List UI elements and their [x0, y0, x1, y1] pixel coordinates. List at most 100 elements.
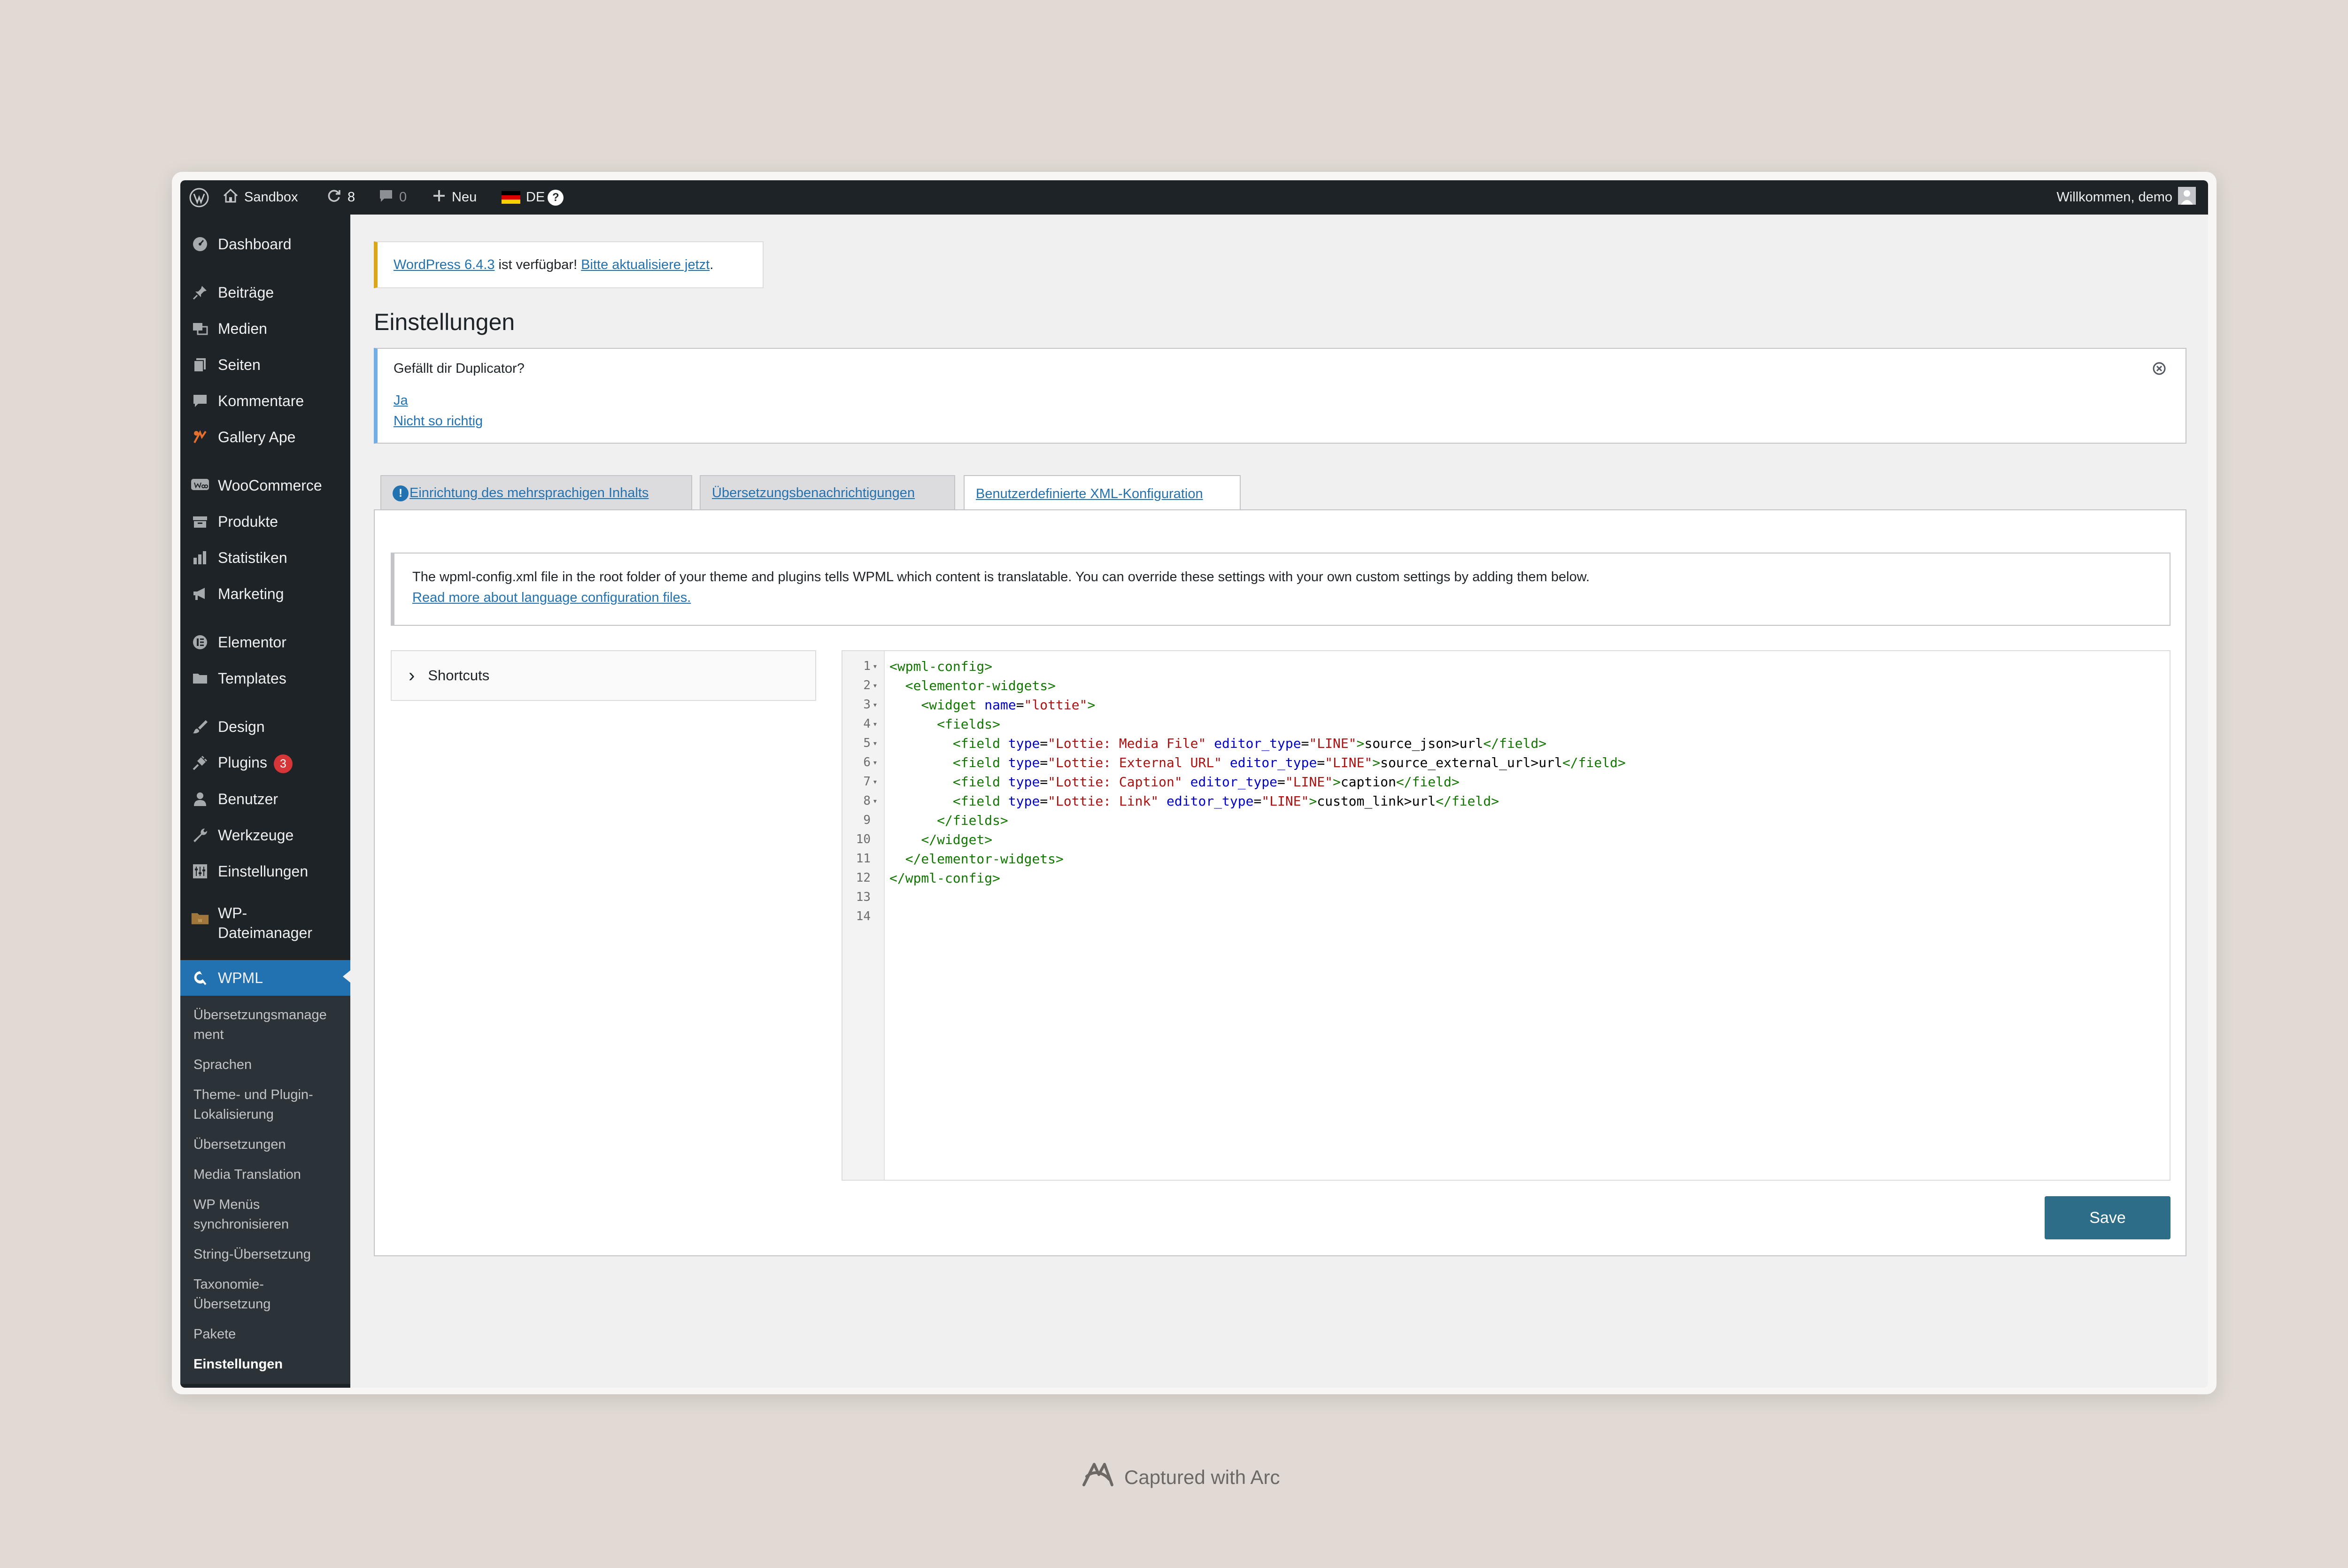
fold-toggle-icon[interactable]: ▾	[873, 792, 878, 811]
products-icon	[191, 512, 209, 531]
sidebar-item-beitraege[interactable]: Beiträge	[180, 276, 350, 309]
shortcuts-toggle[interactable]: › Shortcuts	[391, 650, 816, 701]
home-icon	[223, 188, 239, 207]
submenu-item-uebersetzungen[interactable]: Übersetzungen	[193, 1135, 344, 1154]
tab-einrichtung[interactable]: ! Einrichtung des mehrsprachigen Inhalts	[380, 475, 692, 510]
sidebar-item-werkzeuge[interactable]: Werkzeuge	[180, 819, 350, 852]
wordpress-logo-icon[interactable]	[189, 180, 209, 215]
new-content-link[interactable]: Neu	[432, 180, 477, 215]
tab-xml-konfiguration[interactable]: Benutzerdefinierte XML-Konfiguration	[964, 475, 1241, 512]
xml-code-editor[interactable]: 1 ▾ 2 ▾ 3 ▾ 4 ▾ 5 ▾ 6 ▾ 7 ▾ 8 ▾ 9 10 11 12 13 14 <wpml-config…	[842, 650, 2170, 1181]
code-token: <widget	[921, 697, 985, 713]
submenu-item-string-uebersetzung[interactable]: String-Übersetzung	[193, 1245, 344, 1264]
code-token: editor_type	[1166, 793, 1254, 809]
code-line: <widget name="lottie">	[889, 695, 1095, 715]
sidebar-item-elementor[interactable]: Elementor	[180, 626, 350, 659]
save-button[interactable]: Save	[2045, 1196, 2170, 1239]
code-token: </widget>	[921, 832, 993, 847]
sidebar-item-wp-dateimanager[interactable]: W WP- Dateimanager	[180, 903, 350, 945]
german-flag-icon	[502, 191, 520, 204]
sidebar-item-kommentare[interactable]: Kommentare	[180, 384, 350, 417]
sidebar-item-statistiken[interactable]: Statistiken	[180, 541, 350, 574]
sidebar-item-seiten[interactable]: Seiten	[180, 348, 350, 381]
brush-icon	[191, 717, 209, 736]
sidebar-item-templates[interactable]: Templates	[180, 662, 350, 695]
sidebar-item-dashboard[interactable]: Dashboard	[180, 228, 350, 261]
submenu-item-pakete[interactable]: Pakete	[193, 1324, 344, 1344]
code-line: </elementor-widgets>	[889, 849, 1064, 869]
line-number: 9	[863, 813, 871, 827]
line-number: 12	[856, 871, 871, 885]
submenu-item-uebersetzungsmanagement[interactable]: Übersetzungsmanage ment	[193, 1005, 344, 1045]
dismiss-notice-button[interactable]	[2153, 362, 2166, 375]
code-line: <field type="Lottie: Link" editor_type="…	[889, 792, 1499, 811]
code-token: "LINE"	[1325, 755, 1373, 770]
submenu-item-wp-menues-synchronisieren[interactable]: WP Menüs synchronisieren	[193, 1195, 344, 1234]
code-token: =	[1040, 774, 1048, 790]
submenu-item-media-translation[interactable]: Media Translation	[193, 1165, 344, 1184]
code-token: <field	[952, 755, 1008, 770]
language-config-link[interactable]: Read more about language configuration f…	[412, 590, 691, 606]
sidebar-item-label: Beiträge	[218, 284, 274, 301]
fold-toggle-icon[interactable]: ▾	[873, 772, 878, 792]
code-token: type	[1008, 736, 1040, 751]
sidebar-item-label: Produkte	[218, 513, 278, 530]
code-token: source_external_url>url	[1380, 755, 1562, 770]
submenu-item-sprachen[interactable]: Sprachen	[193, 1055, 344, 1075]
fold-toggle-icon[interactable]: ▾	[873, 657, 878, 676]
line-number: 2	[863, 678, 871, 692]
fold-toggle-icon[interactable]: ▾	[873, 676, 878, 695]
code-token: </wpml-config>	[889, 870, 1001, 886]
sidebar-item-label: Dashboard	[218, 236, 292, 253]
fold-toggle-icon[interactable]: ▾	[873, 715, 878, 734]
sidebar-item-plugins[interactable]: Plugins 3	[180, 746, 350, 779]
code-token: </field>	[1562, 755, 1626, 770]
sidebar-item-label: Design	[218, 718, 265, 735]
updates-link[interactable]: 8	[326, 180, 355, 215]
sidebar-item-label: WPML	[218, 969, 263, 986]
sidebar-item-woocommerce[interactable]: WooCommerce	[180, 469, 350, 502]
code-token: source_json>url	[1364, 736, 1483, 751]
sidebar-item-einstellungen[interactable]: Einstellungen	[180, 855, 350, 888]
sidebar-item-benutzer[interactable]: Benutzer	[180, 783, 350, 815]
submenu-item-theme-plugin-lokalisierung[interactable]: Theme- und Plugin- Lokalisierung	[193, 1085, 344, 1124]
duplicator-yes-link[interactable]: Ja	[394, 393, 408, 408]
code-token: >	[1309, 793, 1317, 809]
plus-icon	[432, 189, 446, 207]
update-now-link[interactable]: Bitte aktualisiere jetzt	[581, 257, 710, 273]
updates-count: 8	[348, 190, 355, 205]
sidebar-item-medien[interactable]: Medien	[180, 312, 350, 345]
line-number: 3	[863, 698, 871, 712]
line-number: 10	[856, 832, 871, 846]
code-token: </field>	[1436, 793, 1499, 809]
tab-label: Einrichtung des mehrsprachigen Inhalts	[409, 485, 649, 500]
fold-toggle-icon[interactable]: ▾	[873, 734, 878, 753]
site-name: Sandbox	[244, 190, 298, 205]
submenu-item-taxonomie-uebersetzung[interactable]: Taxonomie- Übersetzung	[193, 1275, 344, 1314]
sidebar-item-gallery-ape[interactable]: Gallery Ape	[180, 421, 350, 453]
wordpress-version-link[interactable]: WordPress 6.4.3	[394, 257, 494, 273]
my-account[interactable]: Willkommen, demo	[2056, 180, 2196, 215]
update-icon	[326, 188, 342, 208]
submenu-item-einstellungen[interactable]: Einstellungen	[193, 1354, 344, 1374]
sidebar-item-design[interactable]: Design	[180, 710, 350, 743]
code-token: "Lottie: Media File"	[1048, 736, 1206, 751]
code-token: =	[1040, 793, 1048, 809]
duplicator-no-link[interactable]: Nicht so richtig	[394, 414, 483, 429]
fold-toggle-icon[interactable]: ▾	[873, 695, 878, 715]
code-token: "Lottie: Caption"	[1048, 774, 1182, 790]
tab-uebersetzungsbenachrichtigungen[interactable]: Übersetzungsbenachrichtigungen	[700, 475, 955, 510]
code-token: "LINE"	[1309, 736, 1357, 751]
comments-link[interactable]: 0	[378, 180, 407, 215]
code-token: "Lottie: Link"	[1048, 793, 1159, 809]
fold-toggle-icon[interactable]: ▾	[873, 753, 878, 772]
sidebar-item-produkte[interactable]: Produkte	[180, 505, 350, 538]
code-line: <wpml-config>	[889, 657, 992, 676]
sidebar-item-wpml[interactable]: WPML	[180, 960, 350, 996]
language-switcher[interactable]: DE ?	[502, 180, 564, 215]
elementor-icon	[191, 633, 209, 652]
comment-icon	[378, 188, 394, 207]
sidebar-item-marketing[interactable]: Marketing	[180, 577, 350, 610]
site-name-link[interactable]: Sandbox	[223, 180, 298, 215]
sidebar-item-label: Werkzeuge	[218, 827, 294, 844]
